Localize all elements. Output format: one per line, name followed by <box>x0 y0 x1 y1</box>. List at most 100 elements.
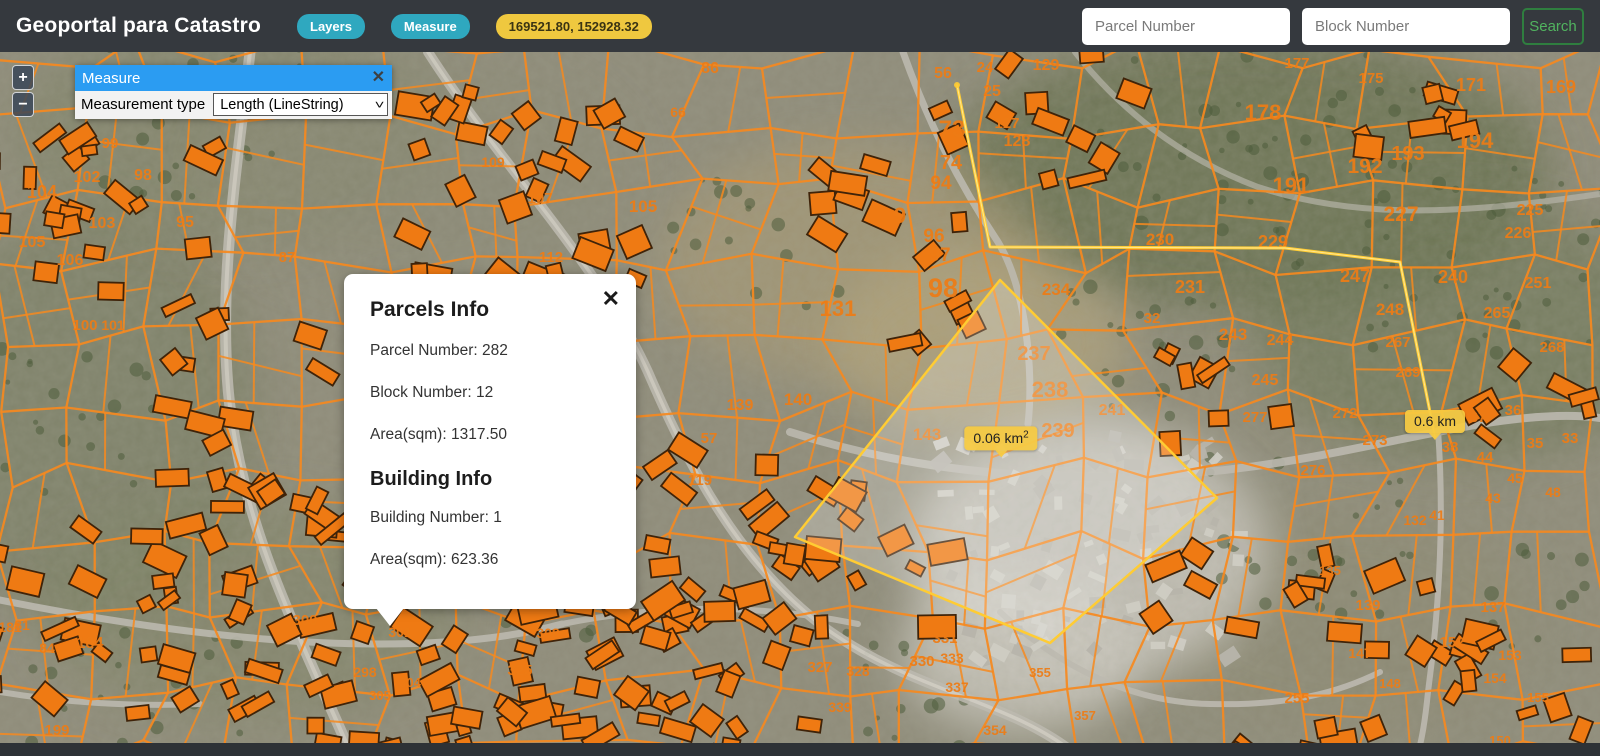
svg-text:301: 301 <box>388 624 412 640</box>
svg-text:194: 194 <box>1457 128 1494 153</box>
parcel-number-input[interactable] <box>1082 7 1290 45</box>
svg-text:272: 272 <box>1332 405 1357 422</box>
layers-button[interactable]: Layers <box>297 13 365 39</box>
svg-text:139: 139 <box>727 397 754 414</box>
zoom-control: + − <box>12 65 34 117</box>
block-number-value: Block Number: 12 <box>370 384 494 401</box>
coordinates-badge: 169521.80, 152928.32 <box>495 13 652 39</box>
parcel-area-value: Area(sqm): 1317.50 <box>370 426 507 443</box>
svg-text:268: 268 <box>1539 339 1564 356</box>
bottom-window-edge <box>0 743 1600 756</box>
svg-text:193: 193 <box>1391 143 1424 165</box>
svg-text:139: 139 <box>1355 597 1380 614</box>
svg-text:101: 101 <box>101 317 125 333</box>
svg-text:102: 102 <box>74 169 101 186</box>
svg-text:38: 38 <box>1442 439 1459 456</box>
search-button[interactable]: Search <box>1522 7 1584 45</box>
svg-text:225: 225 <box>1517 202 1544 219</box>
svg-text:226: 226 <box>1505 225 1532 242</box>
svg-text:155: 155 <box>1527 690 1549 705</box>
measurement-type-value: Length (LineString) <box>220 96 344 113</box>
building-number-value: Building Number: 1 <box>370 509 502 526</box>
measure-dialog-body: Measurement type Length (LineString) ˅ <box>75 91 392 119</box>
svg-text:57: 57 <box>701 430 718 447</box>
svg-text:177: 177 <box>1284 55 1309 72</box>
svg-text:305: 305 <box>369 688 391 703</box>
svg-text:308: 308 <box>536 625 560 641</box>
svg-text:100: 100 <box>72 317 97 334</box>
svg-text:56: 56 <box>934 65 952 82</box>
svg-text:184: 184 <box>77 635 104 652</box>
svg-text:131: 131 <box>820 296 857 321</box>
zoom-in-button[interactable]: + <box>12 65 34 90</box>
close-icon[interactable]: ✕ <box>372 70 385 86</box>
svg-text:9: 9 <box>894 203 906 228</box>
svg-text:106: 106 <box>57 252 84 269</box>
svg-text:107: 107 <box>527 190 552 207</box>
svg-text:104: 104 <box>27 182 57 202</box>
svg-text:45: 45 <box>1507 470 1523 486</box>
svg-text:95: 95 <box>176 214 194 231</box>
svg-text:327: 327 <box>807 659 832 676</box>
popup-title: Parcels Info <box>370 298 490 321</box>
building-info-title: Building Info <box>370 468 493 490</box>
svg-text:333: 333 <box>940 650 964 666</box>
svg-text:328: 328 <box>846 663 870 679</box>
svg-text:152: 152 <box>1439 634 1464 651</box>
svg-text:354: 354 <box>983 722 1007 738</box>
svg-text:87: 87 <box>279 249 296 266</box>
svg-text:337: 337 <box>945 679 969 695</box>
svg-text:154: 154 <box>1483 670 1507 686</box>
svg-text:199: 199 <box>44 722 69 739</box>
svg-text:140: 140 <box>784 390 812 409</box>
svg-text:98: 98 <box>928 273 958 303</box>
zoom-out-button[interactable]: − <box>12 92 34 117</box>
svg-text:128: 128 <box>1004 133 1031 150</box>
svg-text:191: 191 <box>1273 173 1310 198</box>
svg-text:35: 35 <box>1527 435 1544 452</box>
svg-text:245: 245 <box>1252 372 1279 389</box>
svg-text:135: 135 <box>1319 563 1341 578</box>
svg-text:103: 103 <box>89 215 116 232</box>
svg-text:325: 325 <box>507 662 532 679</box>
svg-text:32: 32 <box>1144 310 1161 327</box>
svg-text:109: 109 <box>481 154 505 170</box>
svg-text:74: 74 <box>940 152 963 174</box>
svg-text:171: 171 <box>1456 75 1486 95</box>
svg-text:98: 98 <box>134 167 152 184</box>
svg-text:33: 33 <box>1562 430 1579 447</box>
svg-text:94: 94 <box>930 173 952 194</box>
map-canvas[interactable]: 86 56 24 129 25 127 128 73 74 94 9 96 97 98 131 177 175 1… <box>0 52 1600 756</box>
svg-text:243: 243 <box>1219 325 1247 344</box>
svg-text:43: 43 <box>1485 490 1501 506</box>
svg-text:265: 265 <box>1484 305 1511 322</box>
svg-text:269: 269 <box>1395 364 1420 381</box>
parcel-number-value: Parcel Number: 282 <box>370 342 508 359</box>
svg-text:244: 244 <box>1267 332 1294 349</box>
top-bar: Geoportal para Catastro Layers Measure 1… <box>0 0 1600 52</box>
map[interactable]: 86 56 24 129 25 127128 73 7494 9 9697 98 131 177 175 1… <box>0 52 1600 756</box>
measure-button[interactable]: Measure <box>390 13 470 39</box>
measure-dialog-titlebar[interactable]: Measure ✕ <box>75 65 392 91</box>
svg-text:147: 147 <box>1348 645 1372 661</box>
svg-text:247: 247 <box>1340 266 1370 286</box>
measurement-type-select[interactable]: Length (LineString) ˅ <box>213 93 388 116</box>
svg-text:24: 24 <box>977 59 994 76</box>
svg-text:73: 73 <box>939 116 966 143</box>
svg-text:36: 36 <box>1505 402 1522 419</box>
svg-text:175: 175 <box>1358 70 1383 87</box>
svg-text:105: 105 <box>629 197 657 216</box>
svg-text:112: 112 <box>539 249 563 266</box>
svg-text:331: 331 <box>932 630 957 647</box>
svg-text:25: 25 <box>983 83 1001 100</box>
svg-text:97: 97 <box>929 245 950 266</box>
block-number-input[interactable] <box>1302 7 1510 45</box>
svg-text:227: 227 <box>1383 203 1418 226</box>
close-icon[interactable]: ✕ <box>602 288 620 310</box>
measure-dialog-title: Measure <box>82 69 141 87</box>
svg-text:240: 240 <box>1438 267 1468 287</box>
svg-text:66: 66 <box>670 104 686 120</box>
app-title: Geoportal para Catastro <box>16 14 261 37</box>
svg-text:231: 231 <box>1175 277 1205 297</box>
svg-text:169: 169 <box>1546 77 1576 97</box>
